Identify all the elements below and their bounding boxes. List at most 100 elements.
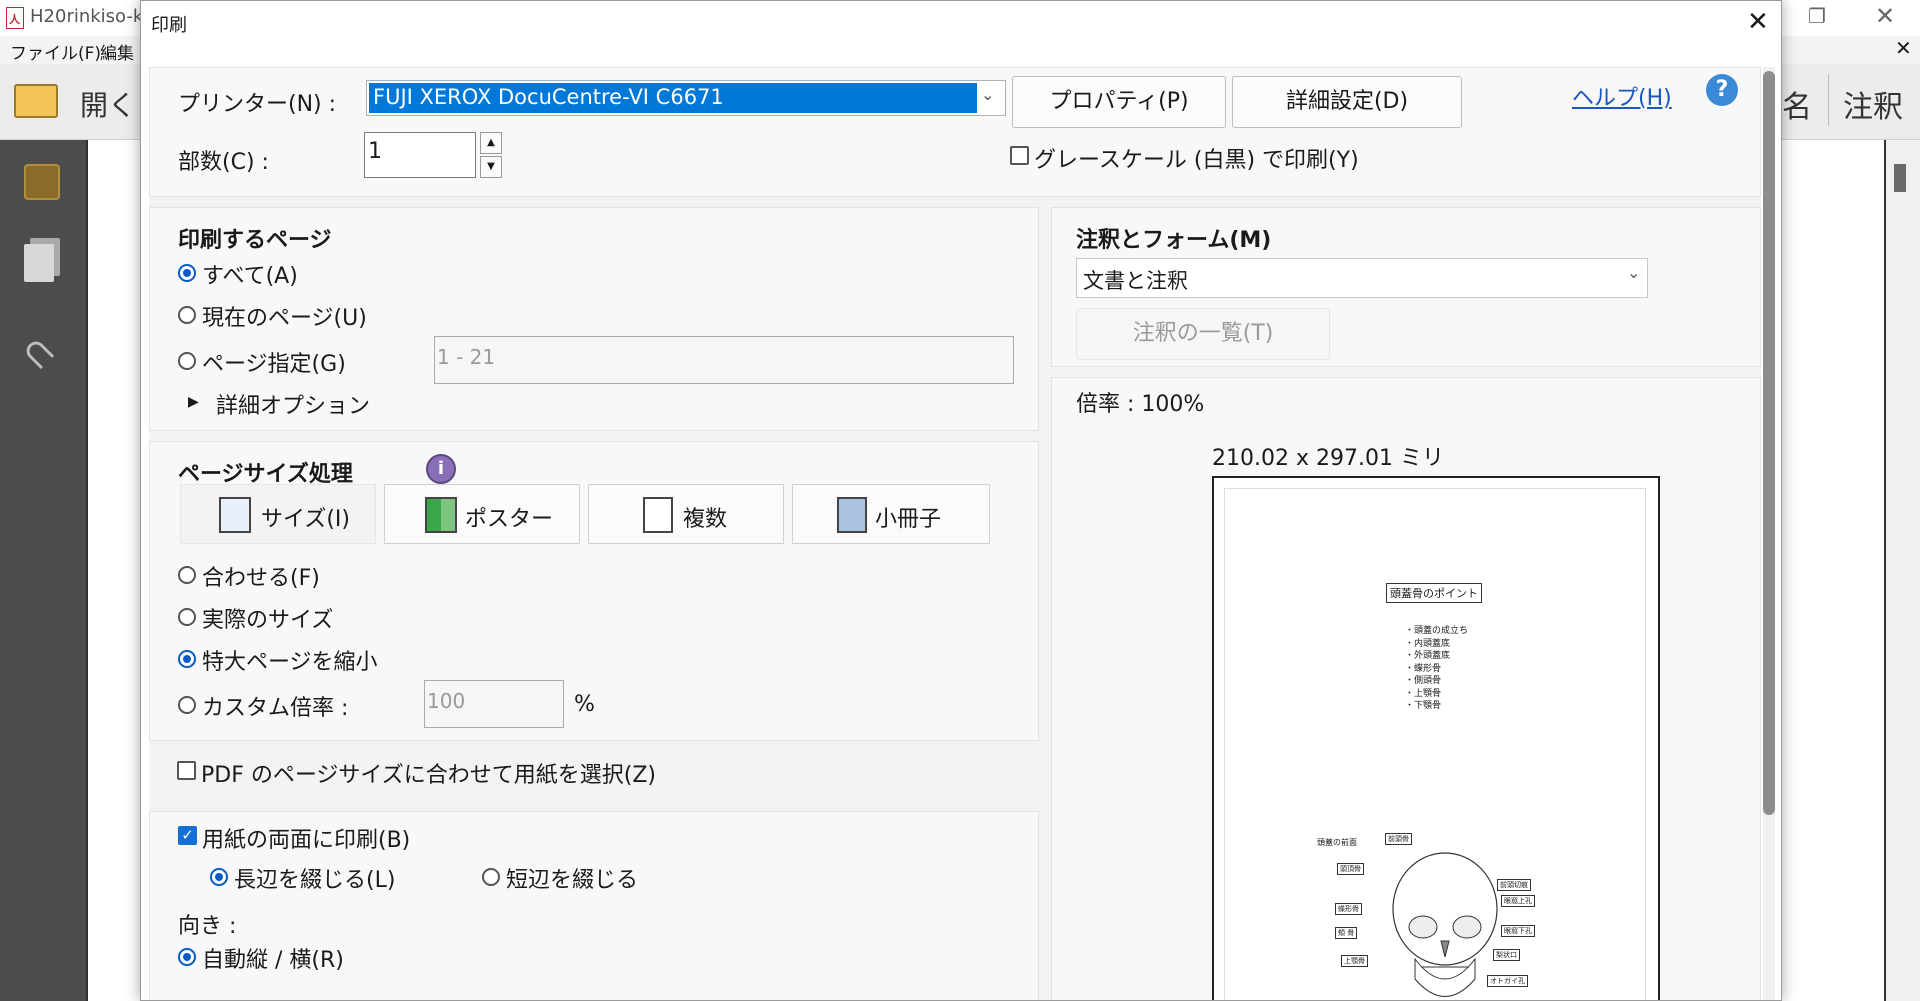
custom-scale-value: 100 <box>427 689 466 713</box>
preview-figure-label: 前頭切痕 <box>1497 879 1531 891</box>
fit-label: 合わせる(F) <box>202 566 320 591</box>
tab-booklet-label: 小冊子 <box>875 507 942 532</box>
preview-figure-label: 蝶形骨 <box>1335 903 1362 915</box>
preview-section: 倍率 : 100% 210.02 x 297.01 ミリ 頭蓋骨のポイント ・頭… <box>1051 377 1761 1000</box>
preview-bullet: ・側頭骨 <box>1405 676 1442 686</box>
preview-bullet: ・外頭蓋底 <box>1405 651 1451 661</box>
copies-label: 部数(C) : <box>178 150 269 175</box>
pdf-file-icon: 人 <box>6 7 24 29</box>
document-scrollbar[interactable] <box>1886 140 1920 1001</box>
custom-scale-radio[interactable] <box>178 696 196 714</box>
help-icon[interactable]: ? <box>1706 74 1738 106</box>
open-button-label[interactable]: 開く <box>80 84 136 124</box>
short-edge-radio[interactable] <box>482 868 500 886</box>
properties-button[interactable]: プロパティ(P) <box>1012 76 1226 128</box>
tab-multiple-label: 複数 <box>683 507 728 532</box>
preview-figure-label: 梨状口 <box>1493 949 1520 961</box>
pages-all-radio[interactable] <box>178 264 196 282</box>
pages-range-input[interactable]: 1 - 21 <box>434 336 1014 384</box>
pages-range-label: ページ指定(G) <box>202 352 346 377</box>
duplex-checkbox[interactable]: ✓ <box>178 826 197 845</box>
long-edge-radio[interactable] <box>210 868 228 886</box>
printer-label: プリンター(N) : <box>178 92 337 117</box>
booklet-tab-icon <box>837 497 867 533</box>
document-page-right <box>1776 140 1886 1001</box>
chevron-down-icon: ⌄ <box>981 85 995 104</box>
expand-triangle-icon[interactable]: ▶ <box>188 394 199 410</box>
comments-forms-dropdown[interactable]: 文書と注釈 ⌄ <box>1076 258 1648 298</box>
preview-page-frame: 頭蓋骨のポイント ・頭蓋の成立ち ・内頭蓋底 ・外頭蓋底 ・蝶形骨 ・側頭骨 ・… <box>1212 476 1660 1000</box>
attachment-icon[interactable]: ⊂ <box>11 325 67 381</box>
dialog-close-icon[interactable]: ✕ <box>1747 7 1769 37</box>
tab-multiple[interactable]: 複数 <box>588 484 784 544</box>
toolbar-sign-label[interactable]: 名 <box>1782 82 1812 126</box>
toolbar-divider <box>1828 74 1829 126</box>
advanced-button[interactable]: 詳細設定(D) <box>1232 76 1462 128</box>
background-window-title: H20rinkiso-ko <box>30 6 154 27</box>
printer-selected: FUJI XEROX DocuCentre-VI C6671 <box>369 83 977 113</box>
preview-figure-label: 前頭骨 <box>1385 833 1412 845</box>
custom-scale-input[interactable]: 100 <box>424 680 564 728</box>
multiple-tab-icon <box>643 497 673 533</box>
dialog-scrollbar[interactable] <box>1763 67 1775 1000</box>
pages-section: 印刷するページ すべて(A) 現在のページ(U) ページ指定(G) 1 - 21… <box>149 207 1039 431</box>
dialog-scroll-thumb[interactable] <box>1763 71 1775 815</box>
orientation-title: 向き : <box>178 914 237 939</box>
pages-range-radio[interactable] <box>178 352 196 370</box>
document-scroll-thumb[interactable] <box>1894 164 1906 192</box>
pages-all-label: すべて(A) <box>202 264 298 289</box>
copies-value: 1 <box>368 139 382 164</box>
close-document-icon[interactable]: ✕ <box>1895 36 1912 60</box>
preview-figure-label: 眼窩上孔 <box>1501 895 1535 907</box>
lock-icon[interactable] <box>24 164 60 200</box>
auto-orientation-label: 自動縦 / 横(R) <box>202 948 344 973</box>
help-link[interactable]: ヘルプ(H) <box>1572 80 1672 112</box>
copies-up-icon[interactable]: ▲ <box>480 132 502 154</box>
comments-forms-selected: 文書と注釈 <box>1083 269 1188 293</box>
grayscale-label: グレースケール (白黒) で印刷(Y) <box>1034 148 1359 173</box>
size-tab-icon <box>219 497 251 533</box>
folder-icon[interactable] <box>14 84 58 118</box>
copies-input[interactable]: 1 <box>364 132 476 178</box>
printer-dropdown[interactable]: FUJI XEROX DocuCentre-VI C6671 ⌄ <box>366 80 1006 116</box>
preview-figure-label: オトガイ孔 <box>1487 975 1528 987</box>
preview-bullet: ・上顎骨 <box>1405 688 1442 699</box>
duplex-label: 用紙の両面に印刷(B) <box>202 828 411 853</box>
comments-forms-section: 注釈とフォーム(M) 文書と注釈 ⌄ 注釈の一覧(T) <box>1051 207 1761 367</box>
menu-file[interactable]: ファイル(F) <box>10 39 101 64</box>
pages-current-radio[interactable] <box>178 306 196 324</box>
preview-figure-label: 頬 骨 <box>1335 927 1358 939</box>
preview-bullet: ・内頭蓋底 <box>1405 638 1451 649</box>
pages-icon[interactable] <box>24 244 54 282</box>
comments-forms-title: 注釈とフォーム(M) <box>1076 228 1272 253</box>
more-options-label[interactable]: 詳細オプション <box>216 388 370 420</box>
pdf-paper-size-label: PDF のページサイズに合わせて用紙を選択(Z) <box>201 763 656 788</box>
menu-edit[interactable]: 編集 <box>100 39 134 64</box>
tab-poster-label: ポスター <box>465 507 554 532</box>
print-dialog: 印刷 ✕ プリンター(N) : FUJI XEROX DocuCentre-VI… <box>140 0 1782 1001</box>
page-sizing-section: ページサイズ処理 i サイズ(I) ポスター 複数 小冊子 合わせる(F) 実際… <box>149 441 1039 741</box>
info-icon[interactable]: i <box>426 454 456 484</box>
restore-icon[interactable]: ❐ <box>1808 4 1826 28</box>
auto-orientation-radio[interactable] <box>178 948 196 966</box>
actual-size-radio[interactable] <box>178 608 196 626</box>
close-icon[interactable]: ✕ <box>1875 2 1895 30</box>
pdf-paper-size-checkbox[interactable] <box>177 761 196 780</box>
document-page-left <box>86 140 146 1001</box>
tab-size[interactable]: サイズ(I) <box>180 484 376 544</box>
fit-radio[interactable] <box>178 566 196 584</box>
tab-poster[interactable]: ポスター <box>384 484 580 544</box>
pages-range-value: 1 - 21 <box>437 345 496 369</box>
poster-tab-icon <box>425 497 457 533</box>
duplex-section: ✓ 用紙の両面に印刷(B) 長辺を綴じる(L) 短辺を綴じる 向き : 自動縦 … <box>149 811 1039 1000</box>
tab-booklet[interactable]: 小冊子 <box>792 484 990 544</box>
copies-down-icon[interactable]: ▼ <box>480 156 502 178</box>
custom-scale-label: カスタム倍率 : <box>202 696 349 721</box>
grayscale-checkbox[interactable] <box>1010 146 1029 165</box>
tab-size-label: サイズ(I) <box>261 507 350 532</box>
summarize-comments-button[interactable]: 注釈の一覧(T) <box>1076 308 1330 360</box>
toolbar-comment-label[interactable]: 注釈 <box>1843 82 1903 126</box>
shrink-oversized-radio[interactable] <box>178 650 196 668</box>
long-edge-label: 長辺を綴じる(L) <box>234 868 396 893</box>
pages-title: 印刷するページ <box>178 228 332 253</box>
